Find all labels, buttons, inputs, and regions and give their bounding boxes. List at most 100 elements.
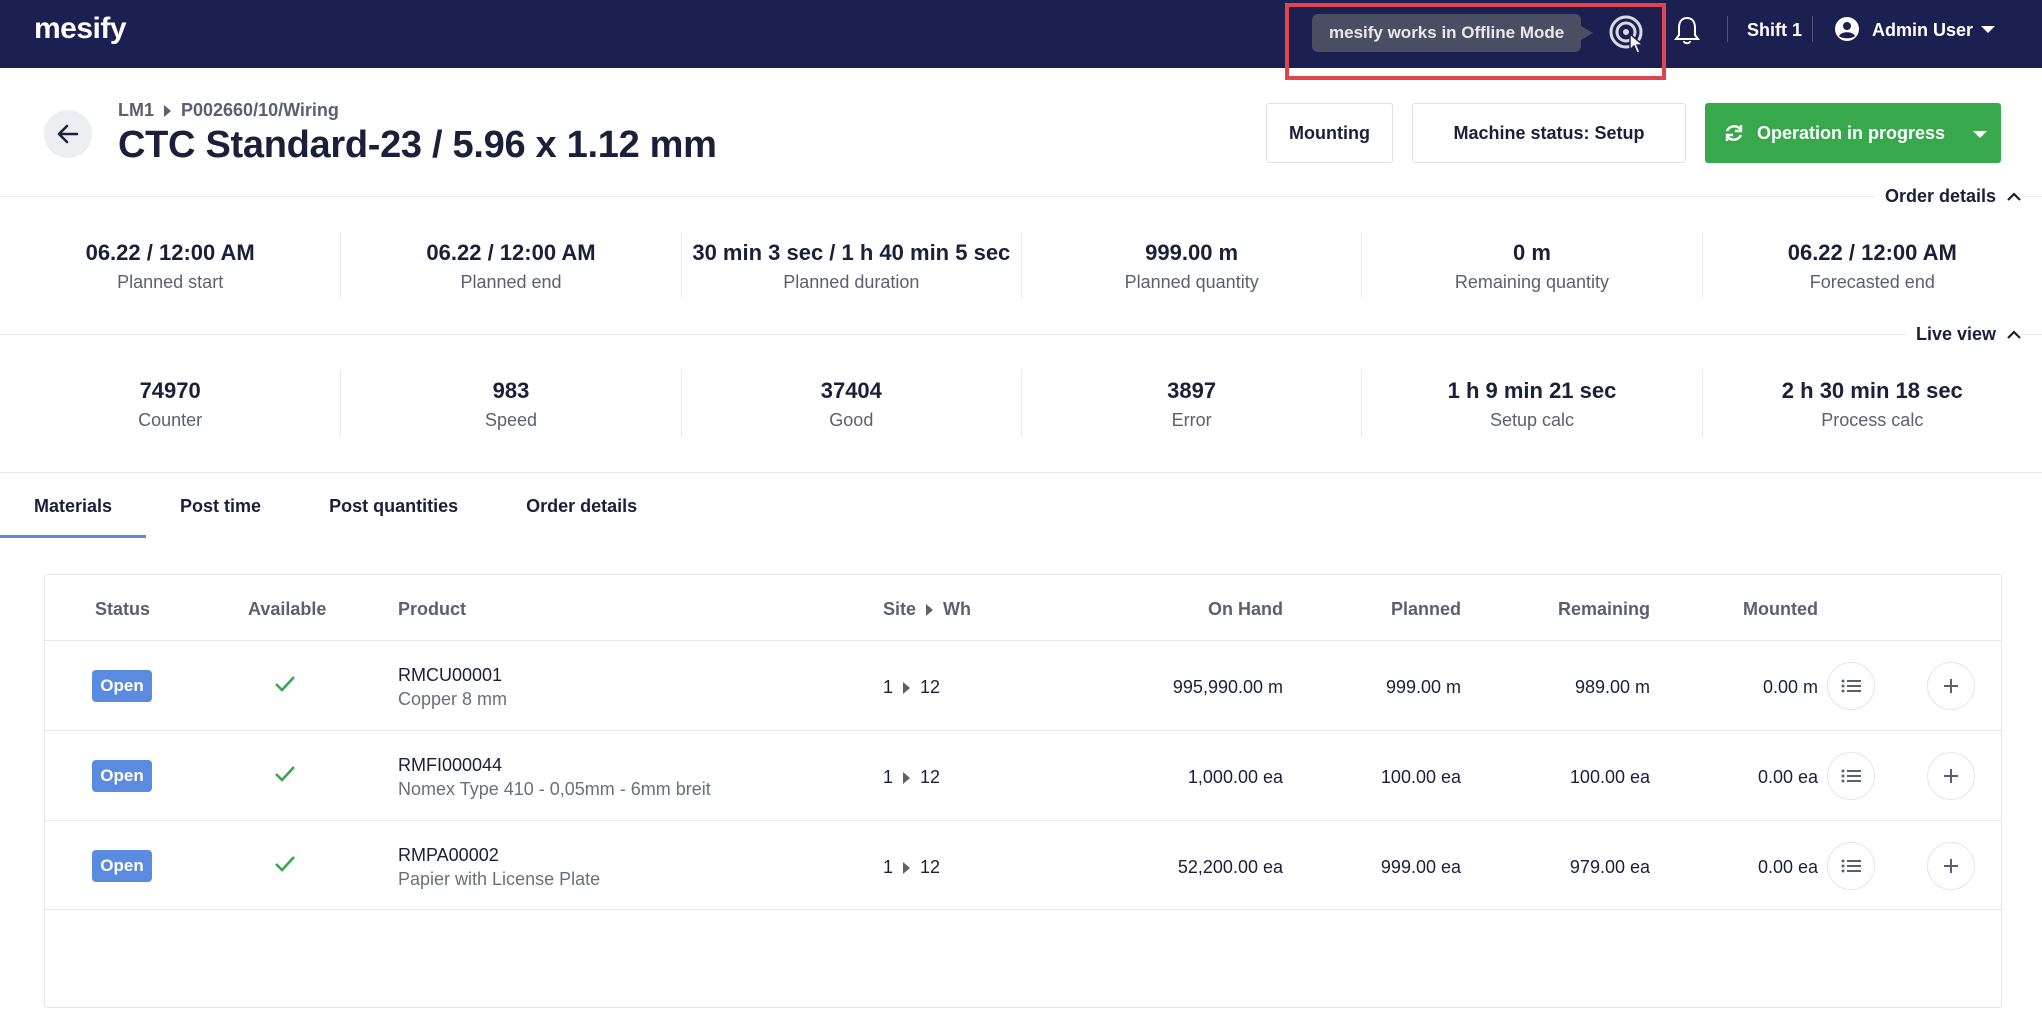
stat-value: 74970 [139,378,201,403]
check-icon [275,856,295,872]
offline-tooltip: mesify works in Offline Mode [1312,14,1594,52]
stat-value: 3897 [1167,378,1217,403]
plus-icon [1944,679,1958,693]
stat-value: 37404 [820,378,882,403]
shift-label[interactable]: Shift 1 [1747,20,1802,41]
breadcrumb-item[interactable]: LM1 [118,100,154,121]
stat-label: Planned duration [783,272,920,292]
list-icon [1841,679,1861,693]
add-button[interactable] [1927,842,1975,890]
site-value: 1 [883,767,894,787]
add-button[interactable] [1927,752,1975,800]
stat-label: Remaining quantity [1454,272,1610,292]
caret-right-icon [903,681,911,694]
add-button[interactable] [1927,662,1975,710]
status-badge: Open [92,670,152,702]
column-header-status[interactable]: Status [95,599,150,620]
column-header-site-wh[interactable]: Site Wh [883,599,971,620]
divider [0,196,2042,197]
stat-label: Forecasted end [1809,272,1935,292]
status-badge: Open [92,850,152,882]
column-header-planned[interactable]: Planned [1391,599,1461,620]
stat-process-calc: 2 h 30 min 18 sec Process calc [1701,370,2042,436]
live-view-toggle-label: Live view [1915,324,1996,344]
list-icon [1841,859,1861,873]
column-header-on-hand[interactable]: On Hand [1208,599,1283,620]
breadcrumb: LM1 P002660/10/Wiring [118,100,339,121]
mounted-value: 0.00 ea [1757,857,1818,877]
table-row[interactable]: Open RMPA00002 Papier with License Plate… [45,820,2001,910]
caret-right-icon [903,771,911,784]
stat-counter: 74970 Counter [0,370,340,436]
on-hand-value: 995,990.00 m [1172,677,1283,697]
divider [0,334,2042,335]
site-wh: 1 12 [883,677,940,698]
chevron-down-icon[interactable] [1973,131,1987,138]
column-header-site: Site [883,599,917,619]
machine-status-button[interactable]: Machine status: Setup [1412,103,1686,163]
on-hand-value: 52,200.00 ea [1177,857,1283,877]
bell-icon[interactable] [1672,14,1702,46]
stat-value: 06.22 / 12:00 AM [426,240,596,265]
product-name: Copper 8 mm [398,689,508,709]
on-hand-value: 1,000.00 ea [1187,767,1283,787]
list-icon [1841,769,1861,783]
site-wh: 1 12 [883,767,940,788]
stat-label: Speed [484,410,538,430]
wh-value: 12 [920,857,941,877]
mounted-value: 0.00 ea [1757,767,1818,787]
stat-remaining-quantity: 0 m Remaining quantity [1361,232,1701,298]
tab-bar: Materials Post time Post quantities Orde… [0,474,671,538]
details-list-button[interactable] [1827,752,1875,800]
top-bar: mesify mesify works in Offline Mode Shif… [0,0,2042,80]
details-list-button[interactable] [1827,662,1875,710]
stat-value: 2 h 30 min 18 sec [1781,378,1963,403]
column-header-wh: Wh [943,599,971,619]
stat-label: Planned end [460,272,562,292]
chevron-up-icon [2007,191,2021,201]
planned-value: 999.00 m [1385,677,1461,697]
site-wh: 1 12 [883,857,940,878]
back-button[interactable] [44,110,92,158]
remaining-value: 989.00 m [1574,677,1650,697]
tab-post-time[interactable]: Post time [146,474,295,538]
operation-status-button[interactable]: Operation in progress [1705,103,2001,163]
tab-post-quantities[interactable]: Post quantities [295,474,492,538]
column-header-available[interactable]: Available [248,599,326,620]
tab-order-details[interactable]: Order details [492,474,671,538]
arrow-left-icon [57,124,79,144]
tab-materials[interactable]: Materials [0,474,147,538]
site-value: 1 [883,677,894,697]
stat-planned-start: 06.22 / 12:00 AM Planned start [0,232,340,298]
user-circle-icon[interactable] [1834,16,1860,42]
caret-right-icon [903,861,911,874]
mounting-button[interactable]: Mounting [1266,103,1393,163]
offline-touch-icon[interactable] [1606,12,1650,56]
caret-right-icon [164,104,171,117]
details-list-button[interactable] [1827,842,1875,890]
live-view-toggle[interactable]: Live view [1905,324,2022,345]
order-details-toggle[interactable]: Order details [1874,186,2022,207]
stat-value: 0 m [1513,240,1551,265]
stat-value: 1 h 9 min 21 sec [1447,378,1617,403]
table-row[interactable]: Open RMFI000044 Nomex Type 410 - 0,05mm … [45,730,2001,820]
chevron-down-icon[interactable] [1981,26,1995,33]
check-icon [275,676,295,692]
stat-value: 06.22 / 12:00 AM [85,240,255,265]
plus-icon [1944,859,1958,873]
stat-value: 06.22 / 12:00 AM [1787,240,1957,265]
breadcrumb-item[interactable]: P002660/10/Wiring [181,100,339,121]
app-logo[interactable]: mesify [34,12,127,46]
stat-value: 999.00 m [1145,240,1239,265]
planned-value: 999.00 ea [1380,857,1461,877]
column-header-remaining[interactable]: Remaining [1558,599,1650,620]
stat-planned-duration: 30 min 3 sec / 1 h 40 min 5 sec Planned d… [680,232,1021,298]
user-menu[interactable]: Admin User [1872,20,1973,41]
column-header-product[interactable]: Product [398,599,466,620]
order-details-toggle-label: Order details [1884,186,1996,206]
wh-value: 12 [920,677,941,697]
column-header-mounted[interactable]: Mounted [1743,599,1818,620]
operation-status-label: Operation in progress [1757,123,1946,143]
stat-setup-calc: 1 h 9 min 21 sec Setup calc [1361,370,1701,436]
table-row[interactable]: Open RMCU00001 Copper 8 mm 1 12 995,990.0… [45,640,2001,730]
